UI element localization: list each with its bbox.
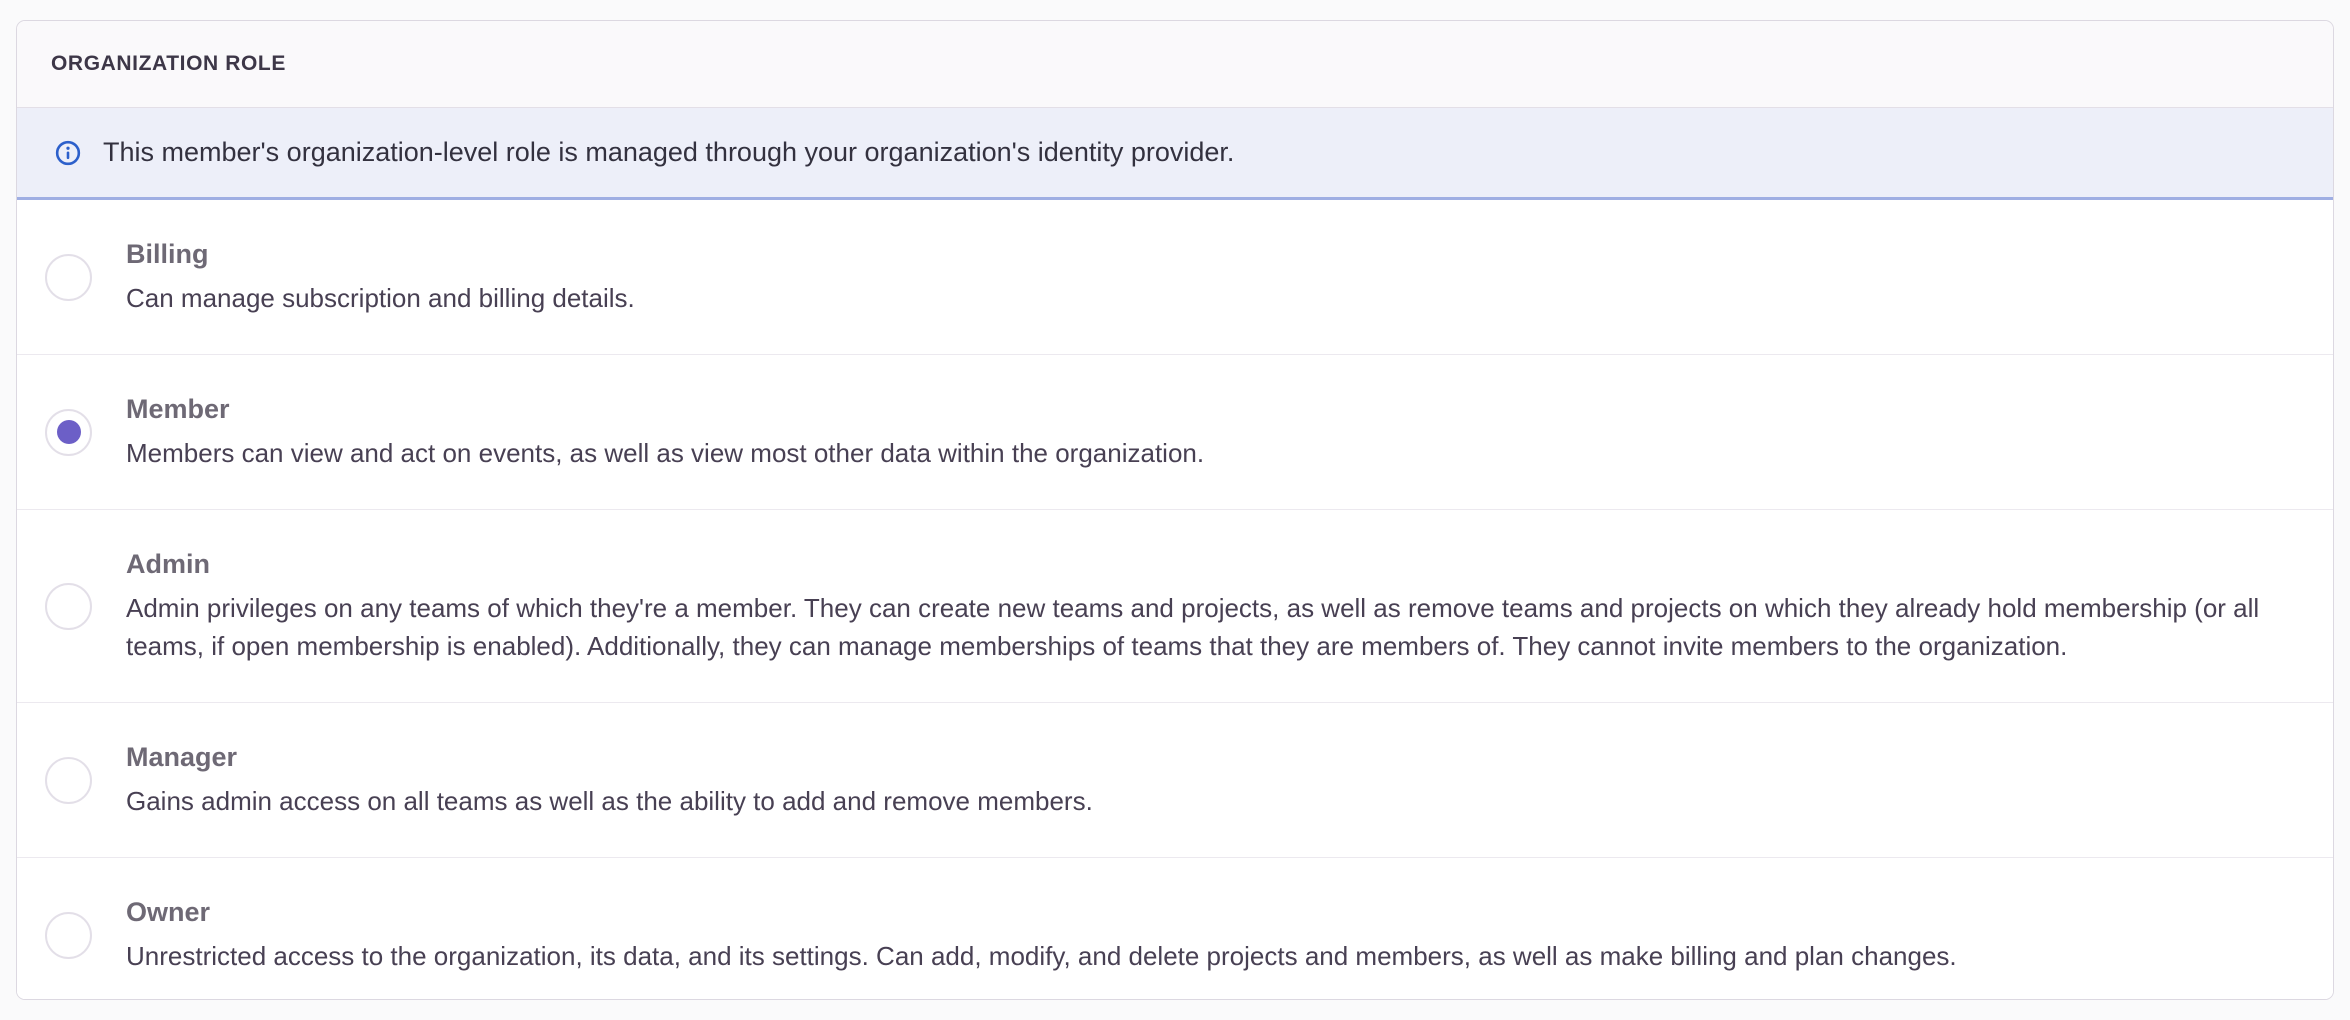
role-option-admin[interactable]: Admin Admin privileges on any teams of w… (17, 509, 2333, 702)
role-description: Unrestricted access to the organization,… (126, 937, 2303, 975)
role-description: Members can view and act on events, as w… (126, 434, 2303, 472)
radio-billing[interactable] (45, 254, 92, 301)
role-title: Member (126, 392, 2303, 426)
radio-owner[interactable] (45, 912, 92, 959)
role-text: Member Members can view and act on event… (126, 392, 2303, 472)
role-description: Admin privileges on any teams of which t… (126, 589, 2303, 665)
role-title: Manager (126, 740, 2303, 774)
role-title: Owner (126, 895, 2303, 929)
role-text: Billing Can manage subscription and bill… (126, 237, 2303, 317)
role-title: Billing (126, 237, 2303, 271)
role-description: Can manage subscription and billing deta… (126, 279, 2303, 317)
info-icon (55, 140, 81, 166)
radio-dot (57, 923, 81, 947)
radio-manager[interactable] (45, 757, 92, 804)
role-text: Manager Gains admin access on all teams … (126, 740, 2303, 820)
radio-admin[interactable] (45, 583, 92, 630)
radio-member[interactable] (45, 409, 92, 456)
role-option-manager[interactable]: Manager Gains admin access on all teams … (17, 702, 2333, 857)
panel-header: ORGANIZATION ROLE (17, 21, 2333, 108)
role-option-member[interactable]: Member Members can view and act on event… (17, 354, 2333, 509)
radio-dot (57, 420, 81, 444)
role-option-billing[interactable]: Billing Can manage subscription and bill… (17, 200, 2333, 354)
radio-dot (57, 265, 81, 289)
idp-info-banner: This member's organization-level role is… (17, 108, 2333, 200)
radio-dot (57, 768, 81, 792)
role-text: Owner Unrestricted access to the organiz… (126, 895, 2303, 975)
roles-list: Billing Can manage subscription and bill… (17, 200, 2333, 1000)
radio-dot (57, 594, 81, 618)
role-text: Admin Admin privileges on any teams of w… (126, 547, 2303, 665)
role-title: Admin (126, 547, 2303, 581)
role-option-owner[interactable]: Owner Unrestricted access to the organiz… (17, 857, 2333, 1000)
role-description: Gains admin access on all teams as well … (126, 782, 2303, 820)
panel-title: ORGANIZATION ROLE (51, 52, 286, 76)
organization-role-panel: ORGANIZATION ROLE This member's organiza… (16, 20, 2334, 1000)
idp-banner-text: This member's organization-level role is… (103, 137, 1234, 168)
